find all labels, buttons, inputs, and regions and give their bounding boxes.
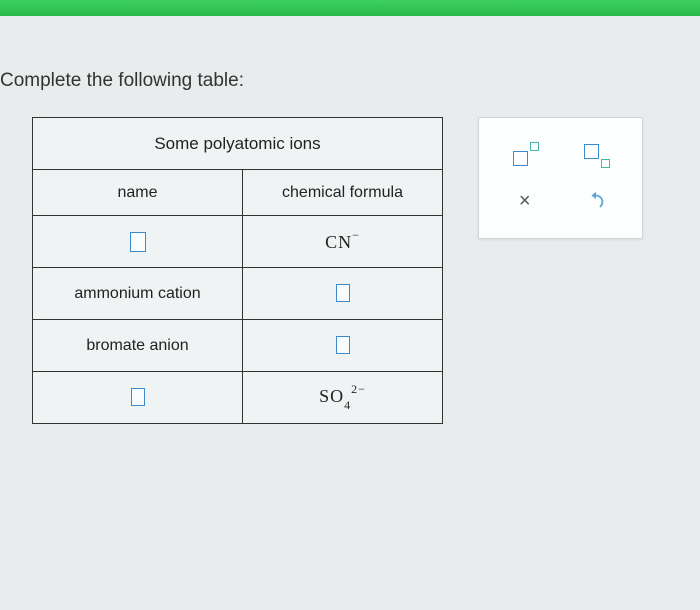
- formula-base: CN: [325, 232, 352, 252]
- tool-row-templates: [489, 132, 632, 178]
- formula-input-cell[interactable]: [243, 320, 443, 372]
- undo-arrow-icon: [585, 190, 607, 212]
- table-row: bromate anion: [33, 320, 443, 372]
- reset-button[interactable]: [566, 181, 626, 221]
- polyatomic-ions-table: Some polyatomic ions name chemical formu…: [32, 117, 443, 424]
- name-input-cell[interactable]: [33, 216, 243, 268]
- formula-text: CN−: [325, 232, 360, 252]
- table-row: ammonium cation: [33, 268, 443, 320]
- x-icon: ×: [519, 191, 531, 211]
- header-name: name: [33, 170, 243, 216]
- table-row: CN−: [33, 216, 443, 268]
- name-cell: ammonium cation: [33, 268, 243, 320]
- superscript-template-button[interactable]: [495, 135, 555, 175]
- tool-row-actions: ×: [489, 178, 632, 224]
- superscript-icon: [511, 143, 539, 167]
- formula-cell: CN−: [243, 216, 443, 268]
- name-cell: bromate anion: [33, 320, 243, 372]
- question-prompt: Complete the following table:: [0, 70, 700, 92]
- formula-input-cell[interactable]: [243, 268, 443, 320]
- formula-cell: SO42−: [243, 372, 443, 424]
- subscript-template-button[interactable]: [566, 135, 626, 175]
- name-input-cell[interactable]: [33, 372, 243, 424]
- formula-subscript: 4: [344, 398, 351, 412]
- header-formula: chemical formula: [243, 170, 443, 216]
- formula-superscript: −: [352, 228, 360, 242]
- formula-text: SO42−: [319, 386, 366, 406]
- answer-box-icon: [131, 388, 145, 406]
- clear-button[interactable]: ×: [495, 181, 555, 221]
- table-title: Some polyatomic ions: [33, 118, 443, 170]
- tool-panel: ×: [478, 117, 643, 239]
- formula-base: SO: [319, 386, 344, 406]
- table-row: SO42−: [33, 372, 443, 424]
- main-row: Some polyatomic ions name chemical formu…: [0, 117, 700, 424]
- subscript-icon: [582, 143, 610, 167]
- top-accent-bar: [0, 0, 700, 16]
- formula-superscript: 2−: [351, 382, 366, 396]
- answer-box-icon: [336, 336, 350, 354]
- answer-box-icon: [336, 284, 350, 302]
- content-area: Complete the following table: Some polya…: [0, 0, 700, 424]
- answer-box-icon: [130, 232, 146, 252]
